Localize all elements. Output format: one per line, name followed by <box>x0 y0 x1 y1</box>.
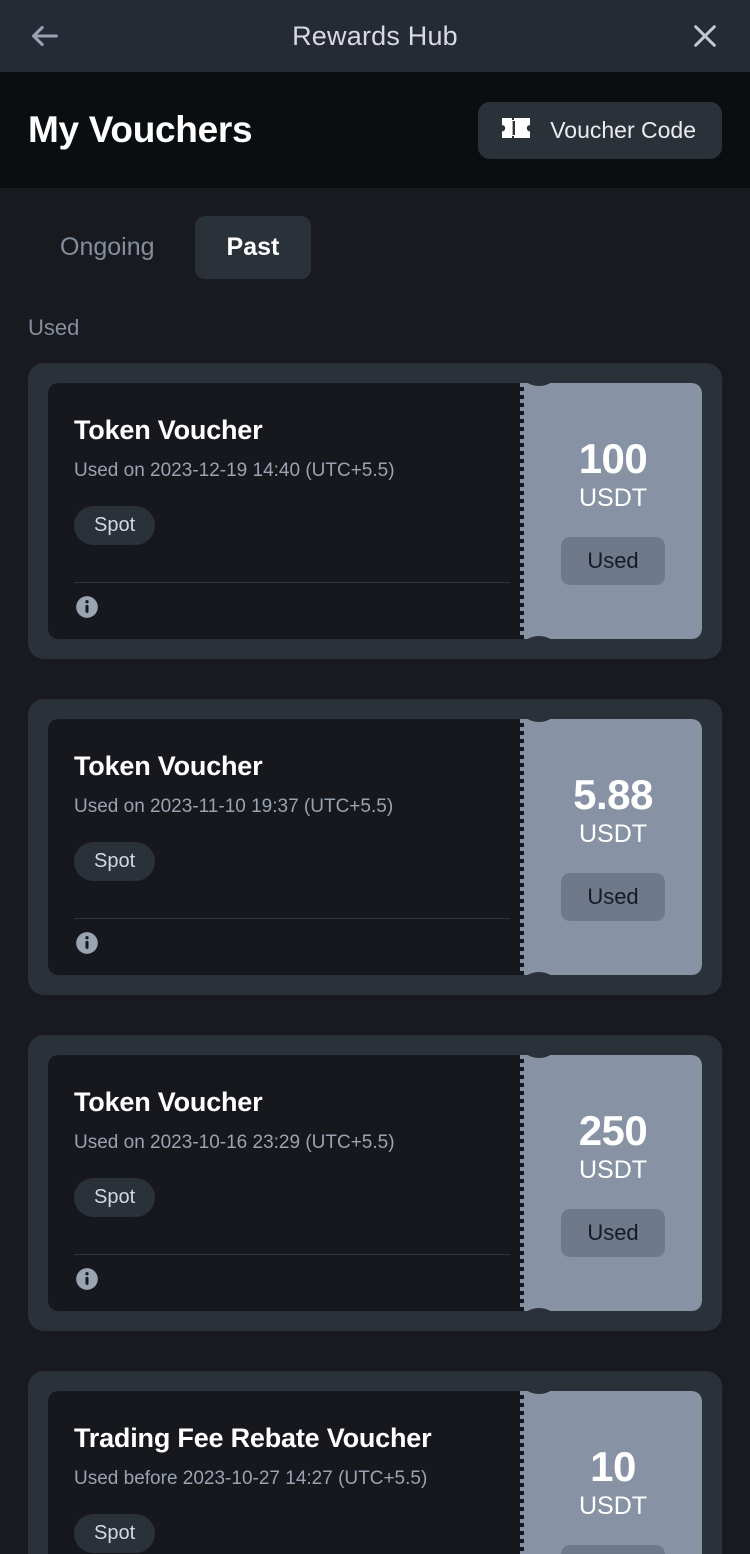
voucher-status-badge[interactable]: Used <box>561 872 665 921</box>
voucher-tag: Spot <box>74 506 156 545</box>
voucher-card[interactable]: Trading Fee Rebate Voucher Used before 2… <box>28 1371 722 1554</box>
voucher-value-panel: 250 USDT Used <box>524 1055 702 1311</box>
voucher-tag: Spot <box>74 842 156 881</box>
voucher-amount: 5.88 <box>573 771 653 819</box>
voucher-status-badge[interactable]: Used <box>561 536 665 585</box>
info-icon <box>74 1266 100 1297</box>
voucher-title: Token Voucher <box>74 751 263 781</box>
tab-past[interactable]: Past <box>194 216 312 279</box>
perforation-edge <box>520 1391 524 1554</box>
voucher-details: Token Voucher Used on 2023-11-10 19:37 (… <box>48 719 524 975</box>
voucher-card[interactable]: Token Voucher Used on 2023-11-10 19:37 (… <box>28 699 722 995</box>
voucher-currency: USDT <box>578 819 648 848</box>
voucher-subtitle: Used on 2023-12-19 14:40 (UTC+5.5) <box>74 460 395 481</box>
voucher-details: Token Voucher Used on 2023-10-16 23:29 (… <box>48 1055 524 1311</box>
voucher-tag: Spot <box>74 1178 156 1217</box>
voucher-amount: 100 <box>578 435 648 483</box>
voucher-title: Token Voucher <box>74 415 263 445</box>
voucher-value-panel: 100 USDT Used <box>524 383 702 639</box>
voucher-status-badge[interactable]: Used <box>561 1208 665 1257</box>
voucher-code-button-label: Voucher Code <box>550 116 696 143</box>
ticket-notch-bottom <box>516 636 562 659</box>
page-header: My Vouchers Voucher Code <box>0 72 750 188</box>
voucher-currency: USDT <box>578 483 648 512</box>
voucher-currency: USDT <box>578 1155 648 1184</box>
perforation-edge <box>520 719 524 975</box>
voucher-value-panel: 5.88 USDT Used <box>524 719 702 975</box>
perforation-edge <box>520 1055 524 1311</box>
voucher-title: Trading Fee Rebate Voucher <box>74 1423 432 1453</box>
page-title: My Vouchers <box>28 109 253 150</box>
voucher-details: Trading Fee Rebate Voucher Used before 2… <box>48 1391 524 1554</box>
voucher-amount: 10 <box>590 1443 636 1491</box>
info-icon <box>74 930 100 961</box>
divider <box>74 1254 510 1255</box>
voucher-subtitle: Used before 2023-10-27 14:27 (UTC+5.5) <box>74 1468 428 1489</box>
voucher-value-panel: 10 USDT Used <box>524 1391 702 1554</box>
voucher-title: Token Voucher <box>74 1087 263 1117</box>
info-icon <box>74 594 100 625</box>
arrow-left-icon <box>28 19 62 53</box>
voucher-subtitle: Used on 2023-11-10 19:37 (UTC+5.5) <box>74 796 394 817</box>
voucher-subtitle: Used on 2023-10-16 23:29 (UTC+5.5) <box>74 1132 395 1153</box>
ticket-icon <box>500 116 532 145</box>
voucher-info-button[interactable] <box>74 594 100 625</box>
voucher-amount: 250 <box>578 1107 648 1155</box>
voucher-code-button[interactable]: Voucher Code <box>478 101 722 159</box>
divider <box>74 582 510 583</box>
voucher-card[interactable]: Token Voucher Used on 2023-12-19 14:40 (… <box>28 363 722 659</box>
tab-bar: Ongoing Past <box>0 188 750 279</box>
back-button[interactable] <box>22 13 68 59</box>
tab-ongoing[interactable]: Ongoing <box>28 216 187 279</box>
close-button[interactable] <box>682 13 728 59</box>
top-navigation-bar: Rewards Hub <box>0 0 750 72</box>
section-label-used: Used <box>28 315 80 340</box>
close-icon <box>689 20 721 52</box>
voucher-status-badge[interactable]: Used <box>561 1544 665 1554</box>
perforation-edge <box>520 383 524 639</box>
voucher-card[interactable]: Token Voucher Used on 2023-10-16 23:29 (… <box>28 1035 722 1331</box>
voucher-tag: Spot <box>74 1514 156 1553</box>
voucher-details: Token Voucher Used on 2023-12-19 14:40 (… <box>48 383 524 639</box>
ticket-notch-bottom <box>516 1308 562 1331</box>
voucher-currency: USDT <box>578 1491 648 1520</box>
ticket-notch-bottom <box>516 972 562 995</box>
voucher-info-button[interactable] <box>74 1266 100 1297</box>
voucher-list: Token Voucher Used on 2023-12-19 14:40 (… <box>0 341 750 1554</box>
page-title-topbar: Rewards Hub <box>292 20 458 51</box>
voucher-info-button[interactable] <box>74 930 100 961</box>
divider <box>74 918 510 919</box>
